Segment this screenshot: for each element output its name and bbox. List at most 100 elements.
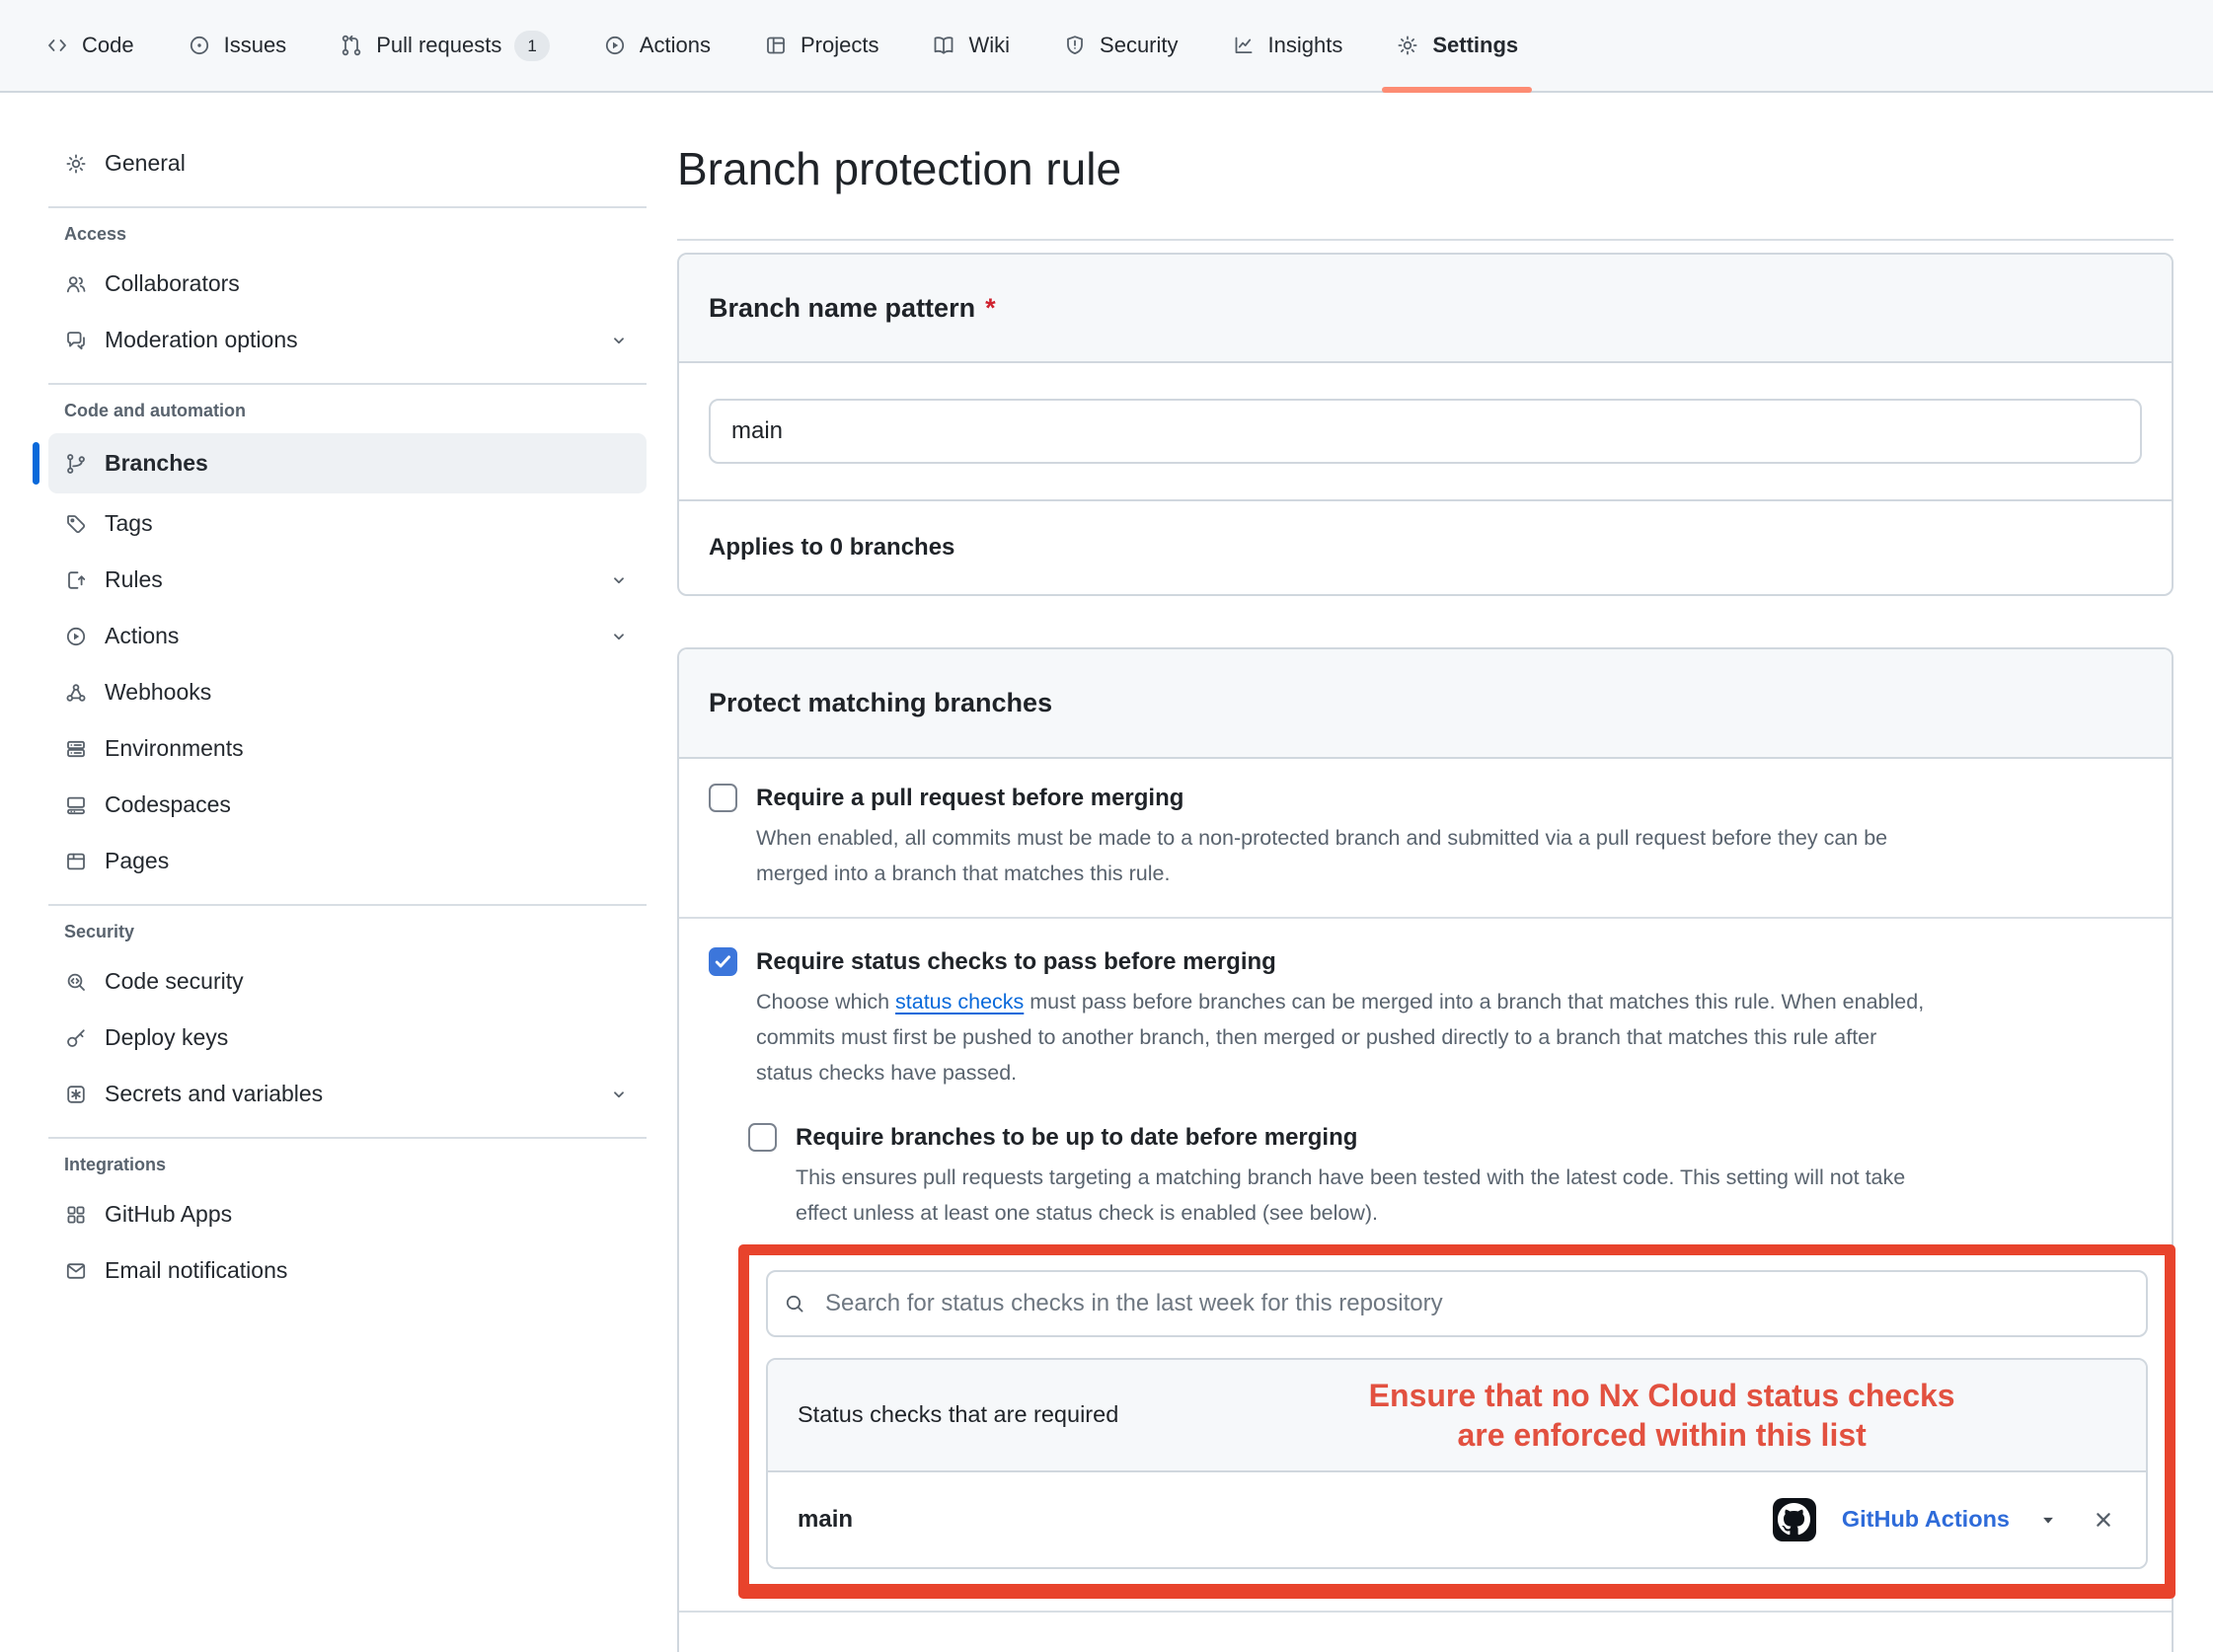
tag-icon <box>64 512 88 536</box>
rule-description: When enabled, all commits must be made t… <box>756 820 1887 891</box>
sidebar-item-pages[interactable]: Pages <box>48 834 647 888</box>
codescan-icon <box>64 970 88 994</box>
rule-label: Require status checks to pass before mer… <box>756 944 1924 979</box>
apps-icon <box>64 1203 88 1227</box>
tab-projects[interactable]: Projects <box>764 0 878 91</box>
book-icon <box>932 34 955 57</box>
code-icon <box>45 34 69 57</box>
sidebar-item-rules[interactable]: Rules <box>48 553 647 607</box>
rule-label: Require a pull request before merging <box>756 781 1887 815</box>
chevron-down-icon <box>607 625 631 648</box>
tab-label: Security <box>1100 33 1178 58</box>
tab-pull-requests[interactable]: Pull requests 1 <box>340 0 550 91</box>
sidebar-item-label: General <box>105 150 186 177</box>
require-up-to-date-checkbox[interactable] <box>748 1123 777 1152</box>
sidebar-item-environments[interactable]: Environments <box>48 721 647 776</box>
sidebar-item-deploy-keys[interactable]: Deploy keys <box>48 1011 647 1065</box>
sidebar-item-general[interactable]: General <box>48 136 647 190</box>
protect-matching-branches-header: Protect matching branches <box>679 649 2172 758</box>
webhook-icon <box>64 681 88 705</box>
rule-icon <box>64 568 88 592</box>
sidebar-item-label: Deploy keys <box>105 1024 228 1051</box>
tab-label: Actions <box>640 33 711 58</box>
sidebar-divider <box>48 383 647 385</box>
tab-wiki[interactable]: Wiki <box>932 0 1010 91</box>
active-tab-underline <box>1382 87 1532 93</box>
codespaces-icon <box>64 793 88 817</box>
tab-code[interactable]: Code <box>45 0 134 91</box>
comment-discussion-icon <box>64 329 88 352</box>
rule-description: Choose which status checks must pass bef… <box>756 984 1924 1090</box>
tab-label: Insights <box>1268 33 1343 58</box>
branch-name-pattern-header: Branch name pattern * <box>679 255 2172 363</box>
sidebar-item-branches[interactable]: Branches <box>48 433 647 493</box>
sidebar-divider <box>48 1137 647 1139</box>
github-actions-link[interactable]: GitHub Actions <box>1842 1506 2010 1533</box>
sidebar-item-code-security[interactable]: Code security <box>48 954 647 1009</box>
sidebar-item-github-apps[interactable]: GitHub Apps <box>48 1187 647 1241</box>
table-icon <box>764 34 788 57</box>
sidebar-item-label: Moderation options <box>105 327 298 353</box>
protect-matching-branches-card: Protect matching branches Require a pull… <box>677 647 2174 1651</box>
tab-settings[interactable]: Settings <box>1396 0 1518 91</box>
sidebar-item-label: Collaborators <box>105 270 240 297</box>
sidebar-section-security: Security <box>64 922 647 942</box>
key-icon <box>64 1026 88 1050</box>
git-pull-request-icon <box>340 34 363 57</box>
sidebar-item-collaborators[interactable]: Collaborators <box>48 257 647 311</box>
people-icon <box>64 272 88 296</box>
tab-label: Code <box>82 33 134 58</box>
status-checks-link[interactable]: status checks <box>895 990 1024 1014</box>
sidebar-item-secrets-and-variables[interactable]: Secrets and variables <box>48 1067 647 1121</box>
sidebar-divider <box>48 904 647 906</box>
chevron-down-icon <box>607 329 631 352</box>
github-mark-icon <box>1773 1498 1816 1541</box>
branch-name-pattern-input[interactable] <box>709 399 2142 464</box>
sidebar-item-label: Rules <box>105 566 163 593</box>
required-asterisk: * <box>985 293 996 323</box>
browser-icon <box>64 850 88 873</box>
sidebar-item-actions[interactable]: Actions <box>48 609 647 663</box>
page-title: Branch protection rule <box>677 142 2174 195</box>
rule-description: This ensures pull requests targeting a m… <box>796 1160 1905 1231</box>
mail-icon <box>64 1259 88 1283</box>
sidebar-section-integrations: Integrations <box>64 1155 647 1175</box>
title-divider <box>677 239 2174 241</box>
status-check-name: main <box>798 1506 853 1534</box>
require-status-checks-checkbox[interactable] <box>709 947 737 976</box>
check-source-dropdown[interactable] <box>2035 1507 2061 1533</box>
issue-opened-icon <box>188 34 211 57</box>
tab-issues[interactable]: Issues <box>188 0 287 91</box>
sidebar-item-label: Environments <box>105 735 244 762</box>
settings-sidebar: General Access Collaborators Moderation … <box>0 93 677 1300</box>
server-icon <box>64 737 88 761</box>
sidebar-item-email-notifications[interactable]: Email notifications <box>48 1243 647 1298</box>
sidebar-item-webhooks[interactable]: Webhooks <box>48 665 647 719</box>
sidebar-item-label: Tags <box>105 510 153 537</box>
sidebar-item-label: Email notifications <box>105 1257 287 1284</box>
main-content: Branch protection rule Branch name patte… <box>677 93 2213 1652</box>
status-checks-required-label: Status checks that are required <box>798 1401 1118 1428</box>
sidebar-item-codespaces[interactable]: Codespaces <box>48 778 647 832</box>
branch-name-pattern-label: Branch name pattern <box>709 293 975 323</box>
tab-security[interactable]: Security <box>1063 0 1178 91</box>
sidebar-item-label: GitHub Apps <box>105 1201 232 1228</box>
sidebar-item-label: Branches <box>105 450 208 477</box>
pull-requests-count-badge: 1 <box>514 31 549 61</box>
tab-actions[interactable]: Actions <box>603 0 711 91</box>
tab-insights[interactable]: Insights <box>1232 0 1343 91</box>
secret-icon <box>64 1083 88 1106</box>
sidebar-item-label: Code security <box>105 968 244 995</box>
sidebar-item-label: Secrets and variables <box>105 1081 323 1107</box>
search-icon <box>783 1292 806 1315</box>
shield-icon <box>1063 34 1087 57</box>
remove-status-check-button[interactable] <box>2091 1507 2116 1533</box>
sidebar-item-tags[interactable]: Tags <box>48 496 647 551</box>
sidebar-section-code-and-automation: Code and automation <box>64 401 647 421</box>
status-checks-search-input[interactable] <box>766 1270 2148 1337</box>
require-pull-request-checkbox[interactable] <box>709 784 737 812</box>
nx-cloud-annotation-highlight-box: Status checks that are required Ensure t… <box>738 1244 2175 1599</box>
tab-label: Issues <box>224 33 287 58</box>
tab-label: Pull requests <box>376 33 501 58</box>
sidebar-item-moderation-options[interactable]: Moderation options <box>48 313 647 367</box>
